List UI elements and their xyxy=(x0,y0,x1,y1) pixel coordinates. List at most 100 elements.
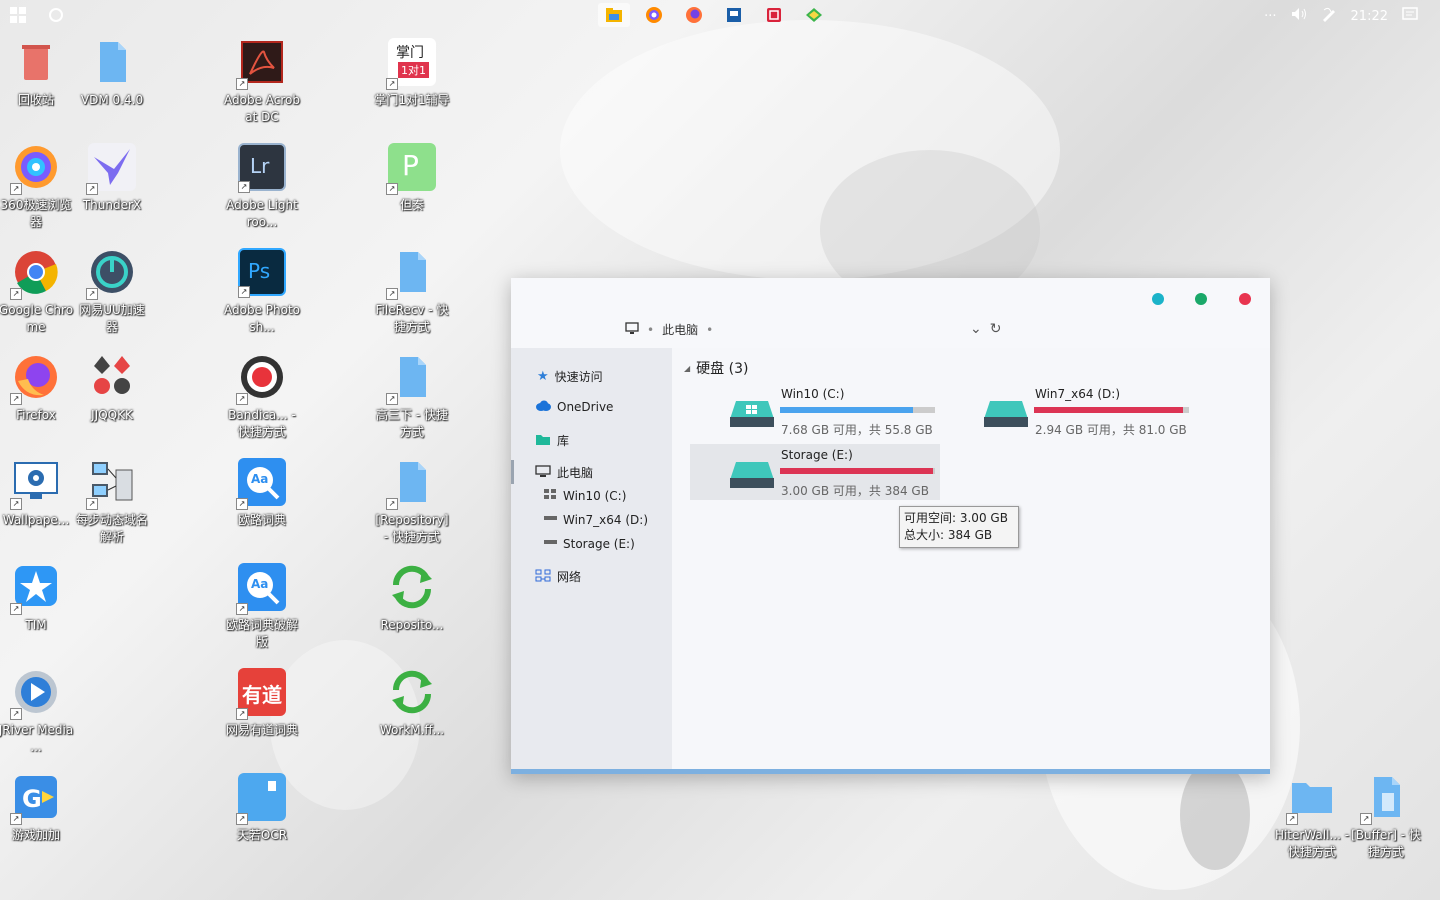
nav-quick-access[interactable]: ★ 快速访问 xyxy=(537,368,603,385)
drive-space-info: 2.94 GB 可用，共 81.0 GB xyxy=(1035,423,1187,437)
desktop-icon-tianruo-ocr[interactable]: ↗ 天若OCR xyxy=(224,773,300,844)
desktop-icon-label: VDM 0.4.0 xyxy=(80,93,144,107)
desktop-icon-ddns[interactable]: ↗ 每步动态域名解析 xyxy=(74,458,150,546)
minimize-button[interactable] xyxy=(1152,293,1164,305)
desktop-icon-gaosanxia[interactable]: ↗ 高三下 - 快捷方式 xyxy=(374,353,450,441)
desktop-icon-game-booster[interactable]: G ↗ 游戏加加 xyxy=(0,773,74,844)
folder-icon: ↗ xyxy=(1360,773,1410,825)
desktop-icon-firefox[interactable]: ↗ Firefox xyxy=(0,353,74,424)
nav-drive-c[interactable]: Win10 (C:) xyxy=(543,488,626,503)
drive-item-e[interactable]: Storage (E:) 3.00 GB 可用，共 384 GB xyxy=(690,444,940,500)
file-manager-icon[interactable] xyxy=(598,3,630,27)
desktop-icon-photoshop[interactable]: Ps ↗ Adobe Photosh... xyxy=(224,248,300,336)
desktop-icon-label: 高三下 - 快捷方式 xyxy=(376,408,448,439)
desktop-icon-danqin[interactable]: P ↗ 但秦 xyxy=(374,143,450,214)
wallpaper-shape xyxy=(1180,760,1250,870)
selected-indicator xyxy=(511,460,514,484)
nav-this-pc[interactable]: 此电脑 xyxy=(535,464,593,481)
desktop-icon-youdao[interactable]: 有道 ↗ 网易有道词典 xyxy=(224,668,300,739)
desktop-icon-repository-sync[interactable]: Reposito... xyxy=(374,563,450,634)
desktop-icon-wallpaper[interactable]: ↗ Wallpape... xyxy=(0,458,74,529)
desktop-icon-360-browser[interactable]: ↗ 360极速浏览器 xyxy=(0,143,74,231)
desktop-icon-workm-sync[interactable]: WorkM.ff... xyxy=(374,668,450,739)
desktop-icon-label: 但秦 xyxy=(399,198,424,212)
uu-booster-icon: ↗ xyxy=(86,248,136,300)
nav-library[interactable]: 库 xyxy=(535,432,569,449)
nav-onedrive[interactable]: OneDrive xyxy=(535,400,613,414)
dictionary-text: Aa xyxy=(251,472,269,486)
desktop-icon-recycle-bin[interactable]: 回收站 xyxy=(0,38,74,109)
address-separator: • xyxy=(647,322,655,337)
firefox-icon[interactable] xyxy=(678,3,710,27)
desktop-icon-tim[interactable]: ↗ TIM xyxy=(0,563,74,634)
svg-text:G: G xyxy=(22,785,42,813)
desktop-icon-label: 天若OCR xyxy=(236,828,288,842)
desktop-icon-filerecv[interactable]: ↗ FileRecv - 快捷方式 xyxy=(374,248,450,336)
shortcut-arrow-icon: ↗ xyxy=(86,498,98,510)
address-bar[interactable]: • 此电脑 • xyxy=(625,321,713,338)
computer-icon xyxy=(535,464,551,481)
firefox-icon: ↗ xyxy=(10,353,60,405)
nav-drive-d[interactable]: Win7_x64 (D:) xyxy=(543,512,648,527)
desktop-icon-hiterwall[interactable]: ↗ HiterWall... - 快捷方式 xyxy=(1274,773,1350,861)
pen-icon[interactable] xyxy=(1321,6,1337,26)
nav-network[interactable]: 网络 xyxy=(535,568,581,585)
desktop-icon-jriver[interactable]: ↗ JRiver Media ... xyxy=(0,668,74,756)
more-dots-icon[interactable]: ··· xyxy=(1264,9,1276,24)
desktop-icon-zhangmen[interactable]: 掌门 1对1 ↗ 掌门1对1辅导 xyxy=(374,38,450,109)
breadcrumb-this-pc[interactable]: 此电脑 xyxy=(662,321,698,338)
notification-icon[interactable] xyxy=(1402,7,1418,25)
cloud-icon xyxy=(535,400,551,414)
nav-label: 网络 xyxy=(557,570,582,584)
shortcut-arrow-icon: ↗ xyxy=(10,708,22,720)
clock-time[interactable]: 21:22 xyxy=(1351,9,1388,24)
circle-search-icon[interactable] xyxy=(48,7,64,26)
close-button[interactable] xyxy=(1239,293,1251,305)
section-header[interactable]: ◢ 硬盘 (3) xyxy=(684,358,748,378)
drive-item-d[interactable]: Win7_x64 (D:) 2.94 GB 可用，共 81.0 GB xyxy=(944,383,1194,439)
maximize-button[interactable] xyxy=(1195,293,1207,305)
green-app-icon[interactable] xyxy=(798,3,830,27)
desktop-icon-label: WorkM.ff... xyxy=(379,723,445,737)
desktop-icon-vdm[interactable]: VDM 0.4.0 xyxy=(74,38,150,109)
drive-usage-fill xyxy=(1034,407,1183,413)
shortcut-arrow-icon: ↗ xyxy=(1286,813,1298,825)
app-icon[interactable] xyxy=(718,3,750,27)
windows-drive-icon xyxy=(543,488,557,503)
desktop-icon-jjqqkk[interactable]: JJQQKK xyxy=(74,353,150,424)
shortcut-arrow-icon: ↗ xyxy=(236,813,248,825)
chrome-icon: ↗ xyxy=(10,248,60,300)
computer-icon xyxy=(625,321,639,338)
windows-start-icon[interactable] xyxy=(10,7,26,26)
section-title: 硬盘 (3) xyxy=(696,361,749,377)
sync-arrows-icon xyxy=(388,668,436,716)
desktop-icon-chrome[interactable]: ↗ Google Chrome xyxy=(0,248,74,336)
desktop-icon-acrobat[interactable]: ↗ Adobe Acrobat DC xyxy=(224,38,300,126)
desktop-icon-repository-shortcut[interactable]: ↗ [Repository] - 快捷方式 xyxy=(374,458,450,546)
desktop-icon-uu-booster[interactable]: ↗ 网易UU加速器 xyxy=(74,248,150,336)
address-dropdown-icon[interactable]: ⌄ xyxy=(970,321,982,337)
volume-icon[interactable] xyxy=(1291,7,1307,25)
desktop-icon-eudic-cracked[interactable]: Aa ↗ 欧路词典破解版 xyxy=(224,563,300,651)
drive-item-c[interactable]: Win10 (C:) 7.68 GB 可用，共 55.8 GB xyxy=(690,383,940,439)
360-browser-icon[interactable] xyxy=(638,3,670,27)
nav-label: 库 xyxy=(557,434,570,448)
refresh-icon[interactable]: ↻ xyxy=(990,321,1002,337)
desktop-icon-eudic[interactable]: Aa ↗ 欧路词典 xyxy=(224,458,300,529)
desktop-icon-buffer[interactable]: ↗ [Buffer] - 快捷方式 xyxy=(1348,773,1424,861)
desktop-icon-lightroom[interactable]: Lr ↗ Adobe Lightroo... xyxy=(224,143,300,231)
red-app-icon[interactable] xyxy=(758,3,790,27)
desktop-icon-label: 360极速浏览器 xyxy=(0,198,72,229)
nav-drive-e[interactable]: Storage (E:) xyxy=(543,536,635,551)
library-folder-icon xyxy=(535,433,551,449)
hard-drive-icon xyxy=(730,458,774,490)
desktop-icon-bandicam[interactable]: ↗ Bandica... - 快捷方式 xyxy=(224,353,300,441)
desktop-icon-label: Adobe Lightroo... xyxy=(226,198,298,229)
desktop-icon-label: 游戏加加 xyxy=(11,828,60,842)
nav-label: OneDrive xyxy=(557,400,614,414)
acrobat-icon: ↗ xyxy=(236,38,286,90)
game-booster-icon: G ↗ xyxy=(10,773,60,825)
zhangmen-icon: 掌门 1对1 ↗ xyxy=(386,38,436,90)
desktop-icon-thunderx[interactable]: ↗ ThunderX xyxy=(74,143,150,214)
window-titlebar[interactable]: • 此电脑 • ⌄ ↻ xyxy=(511,278,1270,348)
